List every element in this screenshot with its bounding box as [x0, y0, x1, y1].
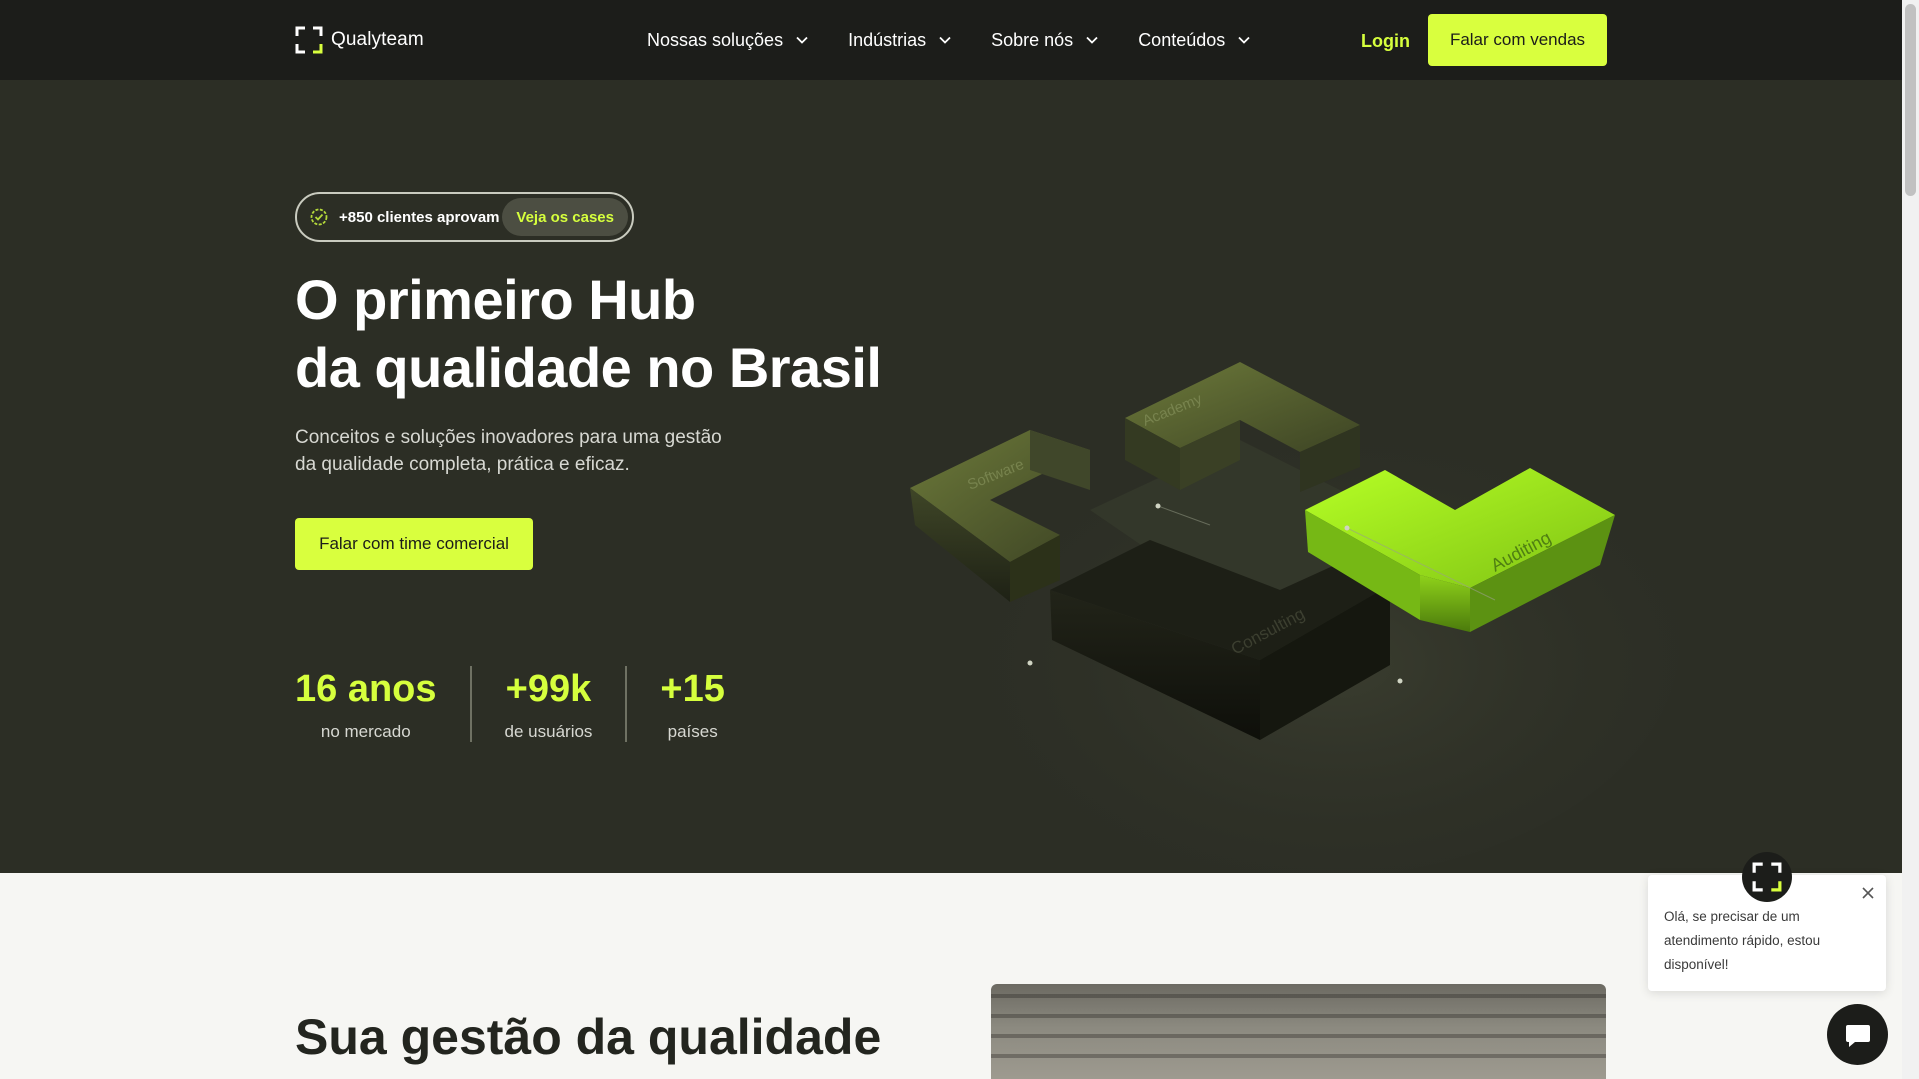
- check-badge-icon: [310, 208, 328, 226]
- menu-item-label: Indústrias: [848, 29, 927, 50]
- menu-item-label: Nossas soluções: [647, 29, 784, 50]
- menu-item-sobre[interactable]: Sobre nós: [991, 30, 1099, 51]
- window-blind-slat: [991, 1054, 1606, 1058]
- stat-label: no mercado: [320, 722, 411, 741]
- hero-subtitle-line-1: Conceitos e soluções inovadores para uma…: [295, 427, 722, 448]
- connector-dot: [1155, 503, 1161, 509]
- logo-bracket-icon: [1752, 862, 1782, 892]
- scrollbar-thumb[interactable]: [1905, 4, 1916, 196]
- chat-bubble-icon: [1845, 1024, 1870, 1047]
- close-icon[interactable]: [1860, 885, 1876, 901]
- window-blind-slat: [991, 994, 1606, 998]
- hero-title-line-1: O primeiro Hub: [295, 268, 696, 331]
- connector-dot: [1027, 660, 1033, 666]
- menu-item-label: Sobre nós: [991, 29, 1074, 50]
- section2-photo: [991, 984, 1606, 1079]
- window-blind-slat: [991, 1014, 1606, 1018]
- hero-subtitle: Conceitos e soluções inovadores para uma…: [295, 424, 755, 478]
- stat-label: de usuários: [504, 722, 593, 741]
- menu-item-label: Conteúdos: [1138, 29, 1226, 50]
- stats-row: 16 anos no mercado +99k de usuários +15 …: [295, 666, 758, 742]
- stat-users: +99k de usuários: [469, 666, 626, 742]
- talk-to-sales-button[interactable]: Falar com vendas: [1428, 14, 1607, 66]
- logo-bracket-icon: [295, 26, 323, 54]
- menu-item-industrias[interactable]: Indústrias: [848, 30, 952, 51]
- stat-value: 16 anos: [295, 668, 437, 710]
- menu-item-solucoes[interactable]: Nossas soluções: [647, 30, 809, 51]
- main-menu: Nossas soluções Indústrias Sobre nós Con…: [647, 0, 1290, 80]
- chat-avatar: [1742, 852, 1792, 902]
- badge-text: +850 clientes aprovam: [339, 208, 500, 226]
- top-navbar: Qualyteam Nossas soluções Indústrias Sob…: [0, 0, 1902, 80]
- menu-item-conteudos[interactable]: Conteúdos: [1138, 30, 1251, 51]
- chevron-down-icon: [1086, 36, 1098, 44]
- logo-text: Qualyteam: [331, 29, 424, 50]
- connector-dot: [1344, 525, 1350, 531]
- brand-logo[interactable]: Qualyteam: [295, 26, 424, 54]
- chevron-down-icon: [796, 36, 808, 44]
- clients-badge: +850 clientes aprovam Veja os cases: [295, 192, 634, 242]
- hero-title: O primeiro Hub da qualidade no Brasil: [295, 266, 882, 402]
- hero-section: +850 clientes aprovam Veja os cases O pr…: [0, 80, 1902, 873]
- chat-open-button[interactable]: [1827, 1004, 1888, 1065]
- section2-title: Sua gestão da qualidade: [295, 1009, 882, 1065]
- hero-title-line-2: da qualidade no Brasil: [295, 336, 882, 399]
- window-blind-slat: [991, 1034, 1606, 1038]
- see-cases-link[interactable]: Veja os cases: [502, 198, 628, 236]
- hero-subtitle-line-2: da qualidade completa, prática e eficaz.: [295, 454, 630, 475]
- stat-years: 16 anos no mercado: [295, 666, 470, 742]
- chevron-down-icon: [939, 36, 951, 44]
- stat-label: países: [667, 722, 718, 741]
- talk-to-commercial-button[interactable]: Falar com time comercial: [295, 518, 533, 570]
- stat-value: +15: [660, 668, 725, 710]
- login-link[interactable]: Login: [1361, 31, 1410, 52]
- chevron-down-icon: [1238, 36, 1250, 44]
- stat-countries: +15 países: [625, 666, 757, 742]
- stat-value: +99k: [505, 668, 592, 710]
- connector-dot: [1397, 678, 1403, 684]
- chat-message: Olá, se precisar de um atendimento rápid…: [1664, 909, 1821, 972]
- hub-3d-illustration: Software Academy Auditing Consulting: [910, 362, 1680, 873]
